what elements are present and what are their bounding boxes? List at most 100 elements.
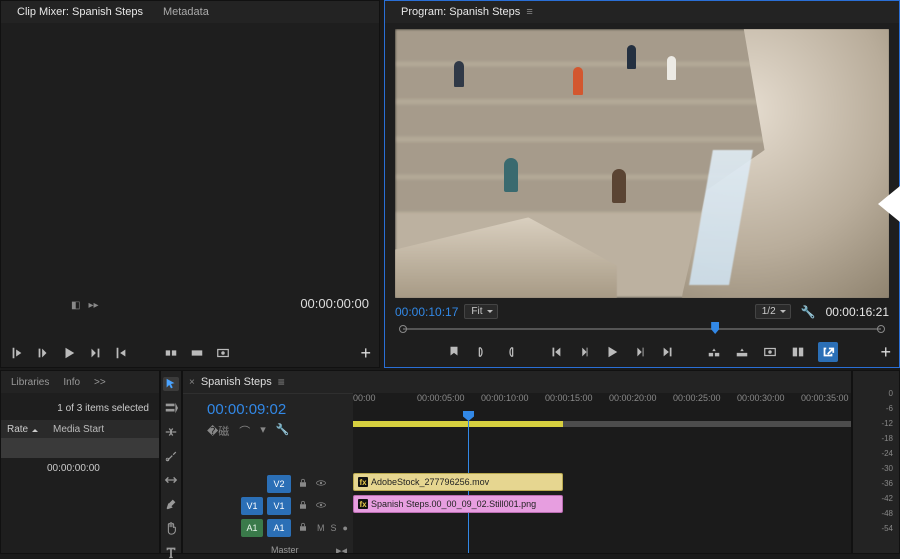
db-label: -36 <box>881 479 893 488</box>
db-label: -30 <box>881 464 893 473</box>
track-header-a1[interactable]: A1 A1 M S ● <box>183 517 353 539</box>
mute-button[interactable]: M <box>317 523 325 533</box>
snap-icon[interactable]: �磁 <box>207 423 229 439</box>
timeline-controls: �磁 ⌒ ▾ 🔧 <box>207 423 290 439</box>
comparison-view-button[interactable] <box>790 344 806 360</box>
step-fwd-button[interactable] <box>87 345 103 361</box>
play-button[interactable] <box>61 345 77 361</box>
play-button[interactable] <box>604 344 620 360</box>
eye-icon[interactable] <box>315 477 329 491</box>
tab-libraries[interactable]: Libraries <box>5 373 55 392</box>
clip-v2[interactable]: fxAdobeStock_277796256.mov <box>353 473 563 491</box>
v1-source-patch[interactable]: V1 <box>241 497 263 515</box>
source-mini-controls: ◧ ▸▸ <box>71 300 99 311</box>
slip-tool[interactable] <box>163 473 179 487</box>
db-label: -24 <box>881 449 893 458</box>
hand-tool[interactable] <box>163 521 179 535</box>
panel-menu-icon[interactable]: ≡ <box>526 6 532 18</box>
fx-badge-icon[interactable]: fx <box>358 499 368 509</box>
tab-program[interactable]: Program: Spanish Steps ≡ <box>391 2 543 22</box>
source-timecode[interactable]: 00:00:00:00 <box>300 296 369 311</box>
tab-clip-mixer[interactable]: Clip Mixer: Spanish Steps <box>7 2 153 22</box>
close-sequence-button[interactable]: × <box>189 377 195 388</box>
timeline-timecode[interactable]: 00:00:09:02 <box>207 401 286 418</box>
export-frame-button[interactable] <box>762 344 778 360</box>
project-row[interactable]: 00:00:00:00 <box>1 458 159 478</box>
a1-target-toggle[interactable]: A1 <box>267 519 291 537</box>
razor-tool[interactable] <box>163 449 179 463</box>
track-header-v2[interactable]: V2 <box>183 473 353 495</box>
v2-target-toggle[interactable]: V2 <box>267 475 291 493</box>
db-label: 0 <box>889 389 893 398</box>
project-row[interactable] <box>1 438 159 458</box>
track-headers: V2 V1 V1 A1 A1 M S ● Master ▸◂ <box>183 447 353 553</box>
db-label: -54 <box>881 524 893 533</box>
selection-tool[interactable] <box>163 377 179 391</box>
source-panel: Clip Mixer: Spanish Steps Metadata ◧ ▸▸ … <box>0 0 380 368</box>
type-tool[interactable] <box>163 545 179 559</box>
source-add-button[interactable]: + <box>360 343 371 364</box>
overwrite-button[interactable] <box>189 345 205 361</box>
track-header-master[interactable]: Master ▸◂ <box>183 539 353 554</box>
track-select-tool[interactable] <box>163 401 179 415</box>
panel-menu-icon[interactable]: ≡ <box>278 375 285 389</box>
sort-asc-icon <box>32 426 38 432</box>
program-tab-bar: Program: Spanish Steps ≡ <box>385 1 899 24</box>
program-add-button[interactable]: + <box>880 342 891 363</box>
project-column-header[interactable]: Rate Media Start <box>1 420 159 438</box>
eye-icon[interactable] <box>315 499 329 513</box>
step-fwd-button[interactable] <box>632 344 648 360</box>
track-header-v1[interactable]: V1 V1 <box>183 495 353 517</box>
write-keyframes-icon[interactable]: ◧ <box>71 300 80 311</box>
a1-source-patch[interactable]: A1 <box>241 519 263 537</box>
master-label: Master <box>271 541 299 554</box>
export-frame-button[interactable] <box>215 345 231 361</box>
solo-button[interactable]: S <box>331 523 337 533</box>
program-playhead-icon[interactable] <box>711 322 719 334</box>
tab-overflow[interactable]: >> <box>88 373 112 392</box>
ruler-tick: 00:00 <box>353 393 376 403</box>
pen-tool[interactable] <box>163 497 179 511</box>
in-out-range[interactable] <box>353 421 563 427</box>
settings-wrench-icon[interactable]: 🔧 <box>801 305 816 319</box>
go-to-out-button[interactable] <box>660 344 676 360</box>
go-to-in-button[interactable] <box>548 344 564 360</box>
v1-target-toggle[interactable]: V1 <box>267 497 291 515</box>
add-marker-button[interactable] <box>446 344 462 360</box>
add-marker-icon[interactable]: ▾ <box>260 423 266 439</box>
resolution-dropdown[interactable]: 1/2 <box>755 304 791 319</box>
lock-icon[interactable] <box>297 521 311 535</box>
mark-out-button[interactable] <box>502 344 518 360</box>
mark-in-button[interactable] <box>9 345 25 361</box>
program-scrubber[interactable] <box>395 321 889 337</box>
program-current-timecode[interactable]: 00:00:10:17 <box>395 305 458 319</box>
linked-selection-icon[interactable]: ⌒ <box>239 423 250 439</box>
lift-button[interactable] <box>706 344 722 360</box>
tab-info[interactable]: Info <box>57 373 86 392</box>
play-audio-icon[interactable]: ▸▸ <box>88 300 98 311</box>
extract-button[interactable] <box>734 344 750 360</box>
ripple-edit-tool[interactable] <box>163 425 179 439</box>
settings-wrench-icon[interactable]: 🔧 <box>276 423 290 439</box>
insert-button[interactable] <box>163 345 179 361</box>
mark-out-button[interactable] <box>113 345 129 361</box>
program-viewer[interactable] <box>395 29 889 298</box>
timeline-canvas[interactable]: 00:0000:00:05:0000:00:10:0000:00:15:0000… <box>353 393 851 553</box>
record-button[interactable]: ● <box>343 523 348 533</box>
program-duration-timecode[interactable]: 00:00:16:21 <box>826 305 889 319</box>
step-back-button[interactable] <box>576 344 592 360</box>
step-back-button[interactable] <box>35 345 51 361</box>
program-transport: + <box>385 337 899 367</box>
lock-icon[interactable] <box>297 499 311 513</box>
lock-icon[interactable] <box>297 477 311 491</box>
tab-metadata[interactable]: Metadata <box>153 2 219 22</box>
fx-badge-icon[interactable]: fx <box>358 477 368 487</box>
expand-icon[interactable]: ▸◂ <box>336 544 347 555</box>
sequence-tab[interactable]: Spanish Steps <box>201 376 272 388</box>
clip-v1[interactable]: fxSpanish Steps.00_00_09_02.Still001.png <box>353 495 563 513</box>
time-ruler[interactable]: 00:0000:00:05:0000:00:10:0000:00:15:0000… <box>353 393 851 421</box>
timeline-panel: × Spanish Steps ≡ 00:00:09:02 �磁 ⌒ ▾ 🔧 V… <box>182 370 852 554</box>
mark-in-button[interactable] <box>474 344 490 360</box>
share-button[interactable] <box>818 342 838 362</box>
zoom-dropdown[interactable]: Fit <box>464 304 497 319</box>
